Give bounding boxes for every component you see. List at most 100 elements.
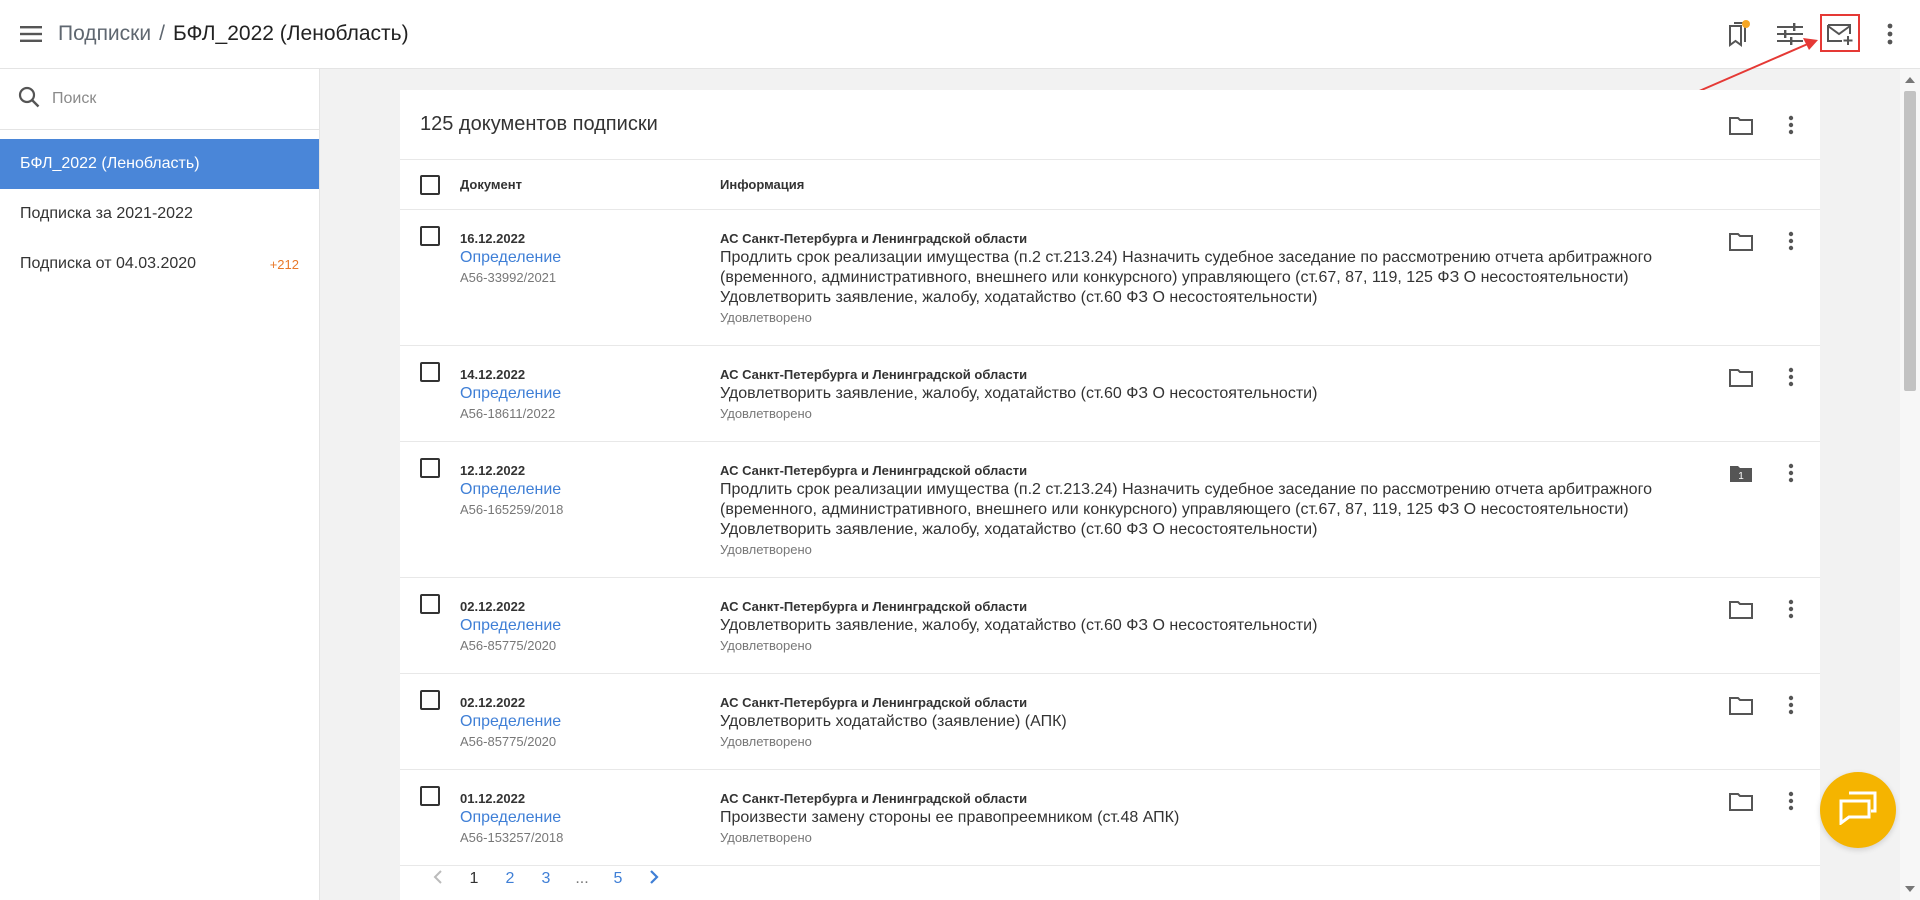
status-text: Удовлетворено <box>720 310 812 325</box>
info-cell: АС Санкт-Петербурга и Ленинградской обла… <box>720 462 1720 560</box>
info-cell: АС Санкт-Петербурга и Ленинградской обла… <box>720 694 1720 752</box>
row-checkbox[interactable] <box>420 362 440 382</box>
court-name: АС Санкт-Петербурга и Ленинградской обла… <box>720 695 1028 710</box>
document-type-link[interactable]: Определение <box>460 808 563 828</box>
court-name: АС Санкт-Петербурга и Ленинградской обла… <box>720 231 1028 246</box>
row-checkbox[interactable] <box>420 690 440 710</box>
page-link[interactable]: 2 <box>492 870 528 888</box>
table-row[interactable]: 02.12.2022 Определение А56-85775/2020 АС Са… <box>400 578 1820 674</box>
more-vert-icon[interactable] <box>1776 458 1806 488</box>
more-vert-icon[interactable] <box>1776 110 1806 140</box>
column-header-document: Документ <box>460 177 522 192</box>
page-title: БФЛ_2022 (Ленобласть) <box>172 22 409 45</box>
sidebar-item-label: БФЛ_2022 (Ленобласть) <box>20 155 200 172</box>
page-link[interactable]: 1 <box>456 870 492 888</box>
bookmarks-icon[interactable] <box>1720 16 1756 52</box>
folder-icon[interactable] <box>1726 362 1756 392</box>
document-type-link[interactable]: Определение <box>460 384 561 404</box>
prev-page-icon[interactable] <box>420 869 456 890</box>
sidebar-item-label: Подписка от 04.03.2020 <box>20 255 197 272</box>
chat-icon <box>1839 791 1877 830</box>
filter-settings-icon[interactable] <box>1772 16 1808 52</box>
folder-icon[interactable] <box>1726 690 1756 720</box>
more-vert-icon[interactable] <box>1776 690 1806 720</box>
scroll-thumb[interactable] <box>1904 91 1916 391</box>
document-cell: 01.12.2022 Определение А56-153257/2018 <box>460 790 563 848</box>
scroll-up-icon[interactable] <box>1905 77 1915 83</box>
chat-button[interactable] <box>1820 772 1896 848</box>
document-type-link[interactable]: Определение <box>460 248 561 268</box>
more-vert-icon[interactable] <box>1776 226 1806 256</box>
document-type-link[interactable]: Определение <box>460 480 563 500</box>
breadcrumb-root-link[interactable]: Подписки <box>58 22 151 46</box>
info-cell: АС Санкт-Петербурга и Ленинградской обла… <box>720 790 1720 848</box>
documents-card: 125 документов подписки Документ Информа… <box>400 90 1820 900</box>
menu-icon[interactable] <box>16 19 46 49</box>
case-number: А56-153257/2018 <box>460 830 564 845</box>
table-header: Документ Информация <box>400 160 1820 210</box>
case-number: А56-85775/2020 <box>460 734 557 749</box>
row-actions <box>1726 226 1806 256</box>
annotation-highlight-box <box>1820 14 1860 52</box>
folder-icon[interactable] <box>1726 594 1756 624</box>
card-actions <box>1726 110 1806 140</box>
search-input[interactable] <box>52 90 292 108</box>
page-link[interactable]: 5 <box>600 870 636 888</box>
status-text: Удовлетворено <box>720 638 812 653</box>
scroll-down-icon[interactable] <box>1905 886 1915 892</box>
row-actions <box>1726 594 1806 624</box>
info-text-line: Удовлетворить заявление, жалобу, ходатай… <box>720 385 1318 402</box>
row-checkbox[interactable] <box>420 226 440 246</box>
folder-icon[interactable] <box>1726 786 1756 816</box>
documents-table: 16.12.2022 Определение А56-33992/2021 АС Са… <box>400 210 1820 866</box>
status-text: Удовлетворено <box>720 734 812 749</box>
more-vert-icon[interactable] <box>1776 362 1806 392</box>
case-number: А56-85775/2020 <box>460 638 557 653</box>
sidebar-item-label: Подписка за 2021-2022 <box>20 205 193 222</box>
pagination: 1 2 3 ... 5 <box>400 858 1820 900</box>
top-bar: Подписки / БФЛ_2022 (Ленобласть) <box>0 0 1920 69</box>
folder-icon[interactable] <box>1726 110 1756 140</box>
folder-icon[interactable]: 1 <box>1726 458 1756 488</box>
folder-icon[interactable] <box>1726 226 1756 256</box>
court-name: АС Санкт-Петербурга и Ленинградской обла… <box>720 367 1028 382</box>
table-row[interactable]: 02.12.2022 Определение А56-85775/2020 АС Са… <box>400 674 1820 770</box>
table-row[interactable]: 01.12.2022 Определение А56-153257/2018 АС С… <box>400 770 1820 866</box>
card-header: 125 документов подписки <box>400 90 1820 160</box>
sidebar-item[interactable]: Подписка от 04.03.2020 +212 <box>0 239 319 289</box>
court-name: АС Санкт-Петербурга и Ленинградской обла… <box>720 791 1028 806</box>
info-text-line: Удовлетворить заявление, жалобу, ходатай… <box>720 289 1318 306</box>
row-checkbox[interactable] <box>420 458 440 478</box>
row-actions <box>1726 690 1806 720</box>
breadcrumb: Подписки / БФЛ_2022 (Ленобласть) <box>58 22 409 46</box>
more-vert-icon[interactable] <box>1872 16 1908 52</box>
more-vert-icon[interactable] <box>1776 786 1806 816</box>
status-text: Удовлетворено <box>720 830 812 845</box>
status-text: Удовлетворено <box>720 406 812 421</box>
info-text-line: Произвести замену стороны ее правопреемн… <box>720 809 1180 826</box>
document-date: 12.12.2022 <box>460 463 526 478</box>
document-cell: 16.12.2022 Определение А56-33992/2021 <box>460 230 561 288</box>
table-row[interactable]: 12.12.2022 Определение А56-165259/2018 АС С… <box>400 442 1820 578</box>
next-page-icon[interactable] <box>636 869 672 890</box>
scrollbar[interactable] <box>1900 69 1920 900</box>
row-checkbox[interactable] <box>420 786 440 806</box>
row-checkbox[interactable] <box>420 594 440 614</box>
search-icon <box>18 86 40 113</box>
more-vert-icon[interactable] <box>1776 594 1806 624</box>
row-actions: 1 <box>1726 458 1806 488</box>
sidebar-item[interactable]: Подписка за 2021-2022 <box>0 189 319 239</box>
folder-count: 1 <box>1738 471 1744 482</box>
info-cell: АС Санкт-Петербурга и Ленинградской обла… <box>720 598 1720 656</box>
status-text: Удовлетворено <box>720 542 812 557</box>
info-text-line: Удовлетворить заявление, жалобу, ходатай… <box>720 617 1318 634</box>
sidebar-item[interactable]: БФЛ_2022 (Ленобласть) <box>0 139 319 189</box>
page-ellipsis: ... <box>575 870 589 887</box>
page-link[interactable]: 3 <box>528 870 564 888</box>
document-type-link[interactable]: Определение <box>460 712 561 732</box>
select-all-checkbox[interactable] <box>420 175 440 195</box>
table-row[interactable]: 16.12.2022 Определение А56-33992/2021 АС Са… <box>400 210 1820 346</box>
sidebar: БФЛ_2022 (Ленобласть) Подписка за 2021-2… <box>0 69 320 900</box>
document-type-link[interactable]: Определение <box>460 616 561 636</box>
table-row[interactable]: 14.12.2022 Определение А56-18611/2022 АС Са… <box>400 346 1820 442</box>
